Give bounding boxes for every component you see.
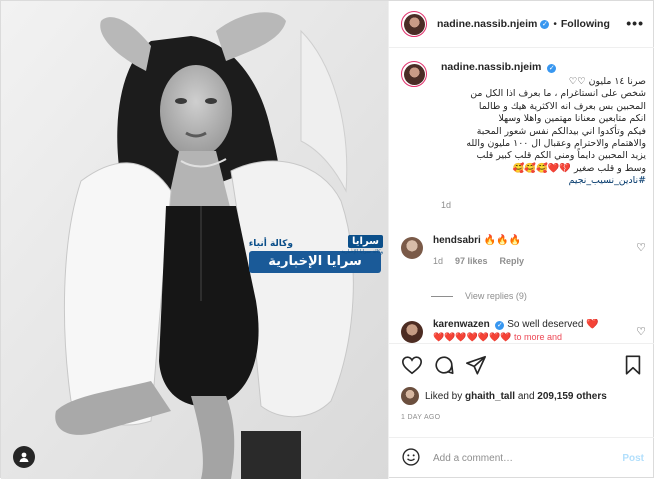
verified-badge-icon: ✓ xyxy=(540,19,550,29)
likes-prefix: Liked by xyxy=(425,390,466,402)
caption-line: يزيد المحبين دايماً ومني الكم قلب كبير ق… xyxy=(476,150,646,162)
post-caption: nadine.nassib.njeim ✓ صرنا ١٤ مليون ♡♡ ش… xyxy=(401,61,646,210)
likes-suffix: and xyxy=(515,390,538,402)
post-age[interactable]: 1 DAY AGO xyxy=(401,414,440,421)
likes-count[interactable]: 209,159 others xyxy=(537,391,607,402)
liker-avatar[interactable] xyxy=(401,387,419,405)
caption-line: وسط و قلب صغير 💔❤️🥰🥰🥰 xyxy=(512,162,646,174)
watermark-logo: سرايا xyxy=(348,235,383,248)
caption-author-username[interactable]: nadine.nassib.njeim xyxy=(441,61,541,73)
author-username[interactable]: nadine.nassib.njeim xyxy=(437,18,537,30)
commenter-username[interactable]: hendsabri xyxy=(433,235,481,246)
comment-like-heart-icon[interactable]: ♡ xyxy=(636,325,646,338)
liker-username[interactable]: ghaith_tall xyxy=(465,391,515,402)
view-replies-label: View replies (9) xyxy=(465,291,527,301)
verified-badge-icon: ✓ xyxy=(547,64,557,73)
caption-hashtag[interactable]: #نادين_نسيب_نجيم xyxy=(441,175,646,187)
commenter-avatar[interactable] xyxy=(401,321,423,343)
post-comment-button[interactable]: Post xyxy=(622,453,644,464)
comment-text-overflow: ❤️❤️❤️❤️❤️❤️❤️ to more and xyxy=(433,332,562,342)
comment-text: So well deserved ❤️ xyxy=(507,319,599,330)
add-comment-bar: Post xyxy=(389,437,654,479)
user-icon xyxy=(19,452,29,462)
watermark-top-text: وكالة أنباء xyxy=(248,239,293,249)
post-photo[interactable]: وكالة أنباء سرايا الإخبارية سرايا وكالة … xyxy=(1,1,388,479)
caption-line: صرنا ١٤ مليون ♡♡ xyxy=(568,76,646,87)
news-agency-watermark: وكالة أنباء سرايا الإخبارية سرايا وكالة … xyxy=(249,235,385,279)
caption-line: والاهتمام والاحترام وعقبال ال ١٠٠ مليون … xyxy=(466,138,646,150)
commenter-avatar[interactable] xyxy=(401,237,423,259)
instagram-post-modal: وكالة أنباء سرايا الإخبارية سرايا وكالة … xyxy=(0,0,654,479)
post-side-panel: nadine.nassib.njeim ✓ • Following ••• na… xyxy=(388,1,654,479)
comment-time[interactable]: 1d xyxy=(433,256,443,266)
tagged-users-button[interactable] xyxy=(13,446,35,468)
caption-line: فيكم وتأكدوا اني بيدالكم نفس شعور المحبة xyxy=(476,125,646,137)
caption-author-avatar[interactable] xyxy=(401,61,427,87)
watermark-logo-subtext: وكالة سرايا الإخبارية xyxy=(341,249,383,255)
commenter-username[interactable]: karenwazen xyxy=(433,319,490,330)
view-replies-button[interactable]: View replies (9) xyxy=(431,291,527,301)
author-avatar[interactable] xyxy=(401,11,427,37)
reply-button[interactable]: Reply xyxy=(500,256,525,266)
verified-badge-icon: ✓ xyxy=(495,321,505,330)
smiley-icon[interactable] xyxy=(401,447,421,470)
comment-item: karenwazen ✓ So well deserved ❤️ ❤️❤️❤️❤… xyxy=(401,319,646,343)
caption-line: المحبين بس بعرف انه الاكثرية هيك و طالما xyxy=(478,100,646,112)
comment-item: hendsabri 🔥🔥🔥 1d 97 likes Reply ♡ xyxy=(401,235,646,266)
likes-summary: Liked by ghaith_tall and 209,159 others xyxy=(401,387,607,405)
following-button[interactable]: Following xyxy=(561,18,610,30)
heart-icon[interactable] xyxy=(401,354,423,376)
more-horizontal-icon[interactable]: ••• xyxy=(626,15,644,31)
bookmark-icon[interactable] xyxy=(622,354,644,376)
comment-text: 🔥🔥🔥 xyxy=(483,235,521,246)
replies-divider-line xyxy=(431,295,453,297)
comment-icon[interactable] xyxy=(433,354,455,376)
caption-text: صرنا ١٤ مليون ♡♡ شخص على انستاغرام ، ما … xyxy=(441,76,646,188)
post-header: nadine.nassib.njeim ✓ • Following ••• xyxy=(389,1,654,48)
caption-timestamp[interactable]: 1d xyxy=(441,200,646,210)
comment-like-heart-icon[interactable]: ♡ xyxy=(636,241,646,254)
caption-line: انكم متابعين معنانا مهتمين واهلا وسهلا xyxy=(498,113,646,125)
paper-plane-icon[interactable] xyxy=(465,354,487,376)
header-separator: • xyxy=(553,18,557,30)
add-comment-input[interactable] xyxy=(433,453,623,464)
caption-line: شخص على انستاغرام ، ما بعرف اذا الكل من xyxy=(470,88,646,100)
post-actions-bar xyxy=(389,343,654,383)
comment-likes[interactable]: 97 likes xyxy=(455,256,488,266)
